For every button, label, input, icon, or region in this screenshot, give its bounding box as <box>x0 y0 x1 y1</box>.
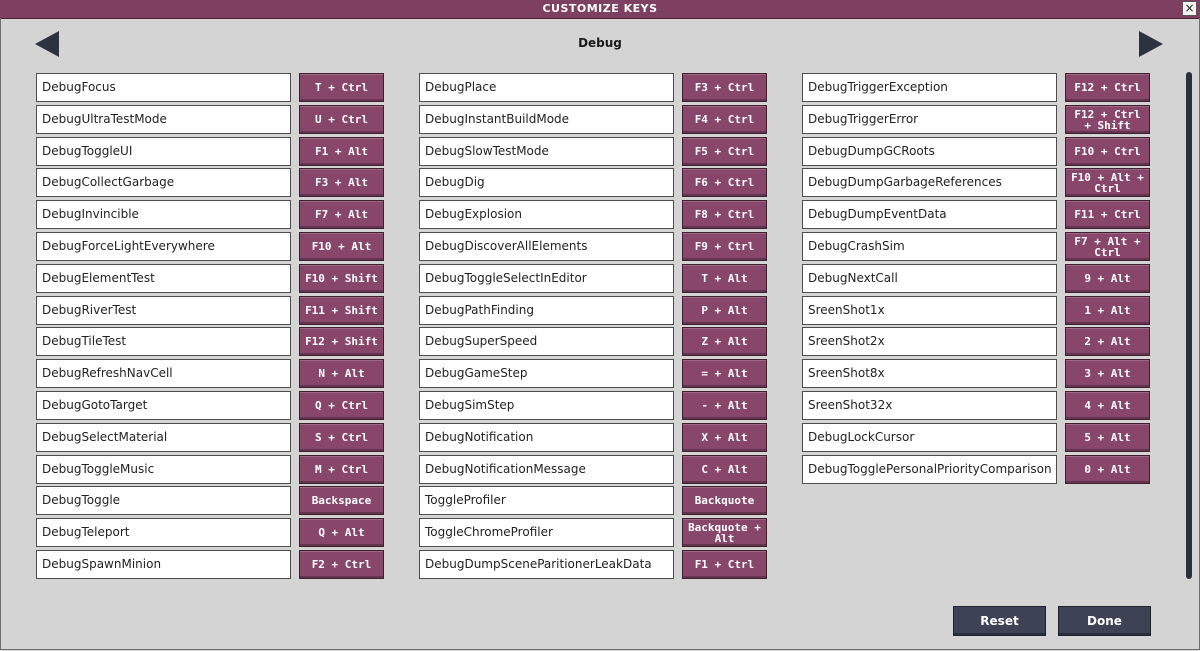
binding-action-label: DebugTileTest <box>36 327 291 356</box>
binding-action-label: DebugRiverTest <box>36 296 291 325</box>
binding-action-label: DebugLockCursor <box>802 423 1057 452</box>
binding-key-button[interactable]: - + Alt <box>682 391 767 420</box>
binding-action-label: DebugToggleUI <box>36 137 291 166</box>
binding-key-button[interactable]: T + Ctrl <box>299 73 384 102</box>
binding-action-label: ToggleProfiler <box>419 486 674 515</box>
scrollbar[interactable] <box>1186 72 1192 579</box>
binding-action-label: DebugDig <box>419 168 674 197</box>
binding-action-label: DebugInvincible <box>36 200 291 229</box>
binding-key-button[interactable]: U + Ctrl <box>299 105 384 134</box>
binding-action-label: DebugDumpGCRoots <box>802 137 1057 166</box>
close-button[interactable]: × <box>1182 1 1197 16</box>
binding-action-label: DebugDiscoverAllElements <box>419 232 674 261</box>
binding-action-label: DebugFocus <box>36 73 291 102</box>
binding-key-button[interactable]: Backquote + Alt <box>682 518 767 547</box>
binding-action-label: DebugToggleMusic <box>36 455 291 484</box>
binding-key-button[interactable]: Backspace <box>299 486 384 515</box>
binding-key-button[interactable]: F10 + Shift <box>299 264 384 293</box>
binding-action-label: DebugNotificationMessage <box>419 455 674 484</box>
binding-key-button[interactable]: Backquote <box>682 486 767 515</box>
done-button[interactable]: Done <box>1058 606 1151 636</box>
binding-action-label: DebugDumpSceneParitionerLeakData <box>419 550 674 579</box>
window-title: CUSTOMIZE KEYS <box>542 2 658 15</box>
binding-action-label: DebugPlace <box>419 73 674 102</box>
binding-key-button[interactable]: F9 + Ctrl <box>682 232 767 261</box>
binding-key-button[interactable]: X + Alt <box>682 423 767 452</box>
binding-action-label: DebugSelectMaterial <box>36 423 291 452</box>
binding-key-button[interactable]: F5 + Ctrl <box>682 137 767 166</box>
next-page-arrow-icon[interactable] <box>1139 31 1163 57</box>
binding-key-button[interactable]: 3 + Alt <box>1065 359 1150 388</box>
binding-action-label: DebugToggle <box>36 486 291 515</box>
binding-key-button[interactable]: Q + Ctrl <box>299 391 384 420</box>
binding-key-button[interactable]: S + Ctrl <box>299 423 384 452</box>
binding-action-label: ToggleChromeProfiler <box>419 518 674 547</box>
binding-key-button[interactable]: F8 + Ctrl <box>682 200 767 229</box>
binding-action-label: DebugNextCall <box>802 264 1057 293</box>
binding-key-button[interactable]: F10 + Alt <box>299 232 384 261</box>
binding-action-label: DebugTriggerException <box>802 73 1057 102</box>
binding-key-button[interactable]: Z + Alt <box>682 327 767 356</box>
binding-action-label: DebugCollectGarbage <box>36 168 291 197</box>
close-icon: × <box>1184 1 1195 15</box>
binding-key-button[interactable]: F7 + Alt <box>299 200 384 229</box>
binding-action-label: DebugDumpGarbageReferences <box>802 168 1057 197</box>
binding-key-button[interactable]: 0 + Alt <box>1065 455 1150 484</box>
binding-action-label: DebugInstantBuildMode <box>419 105 674 134</box>
binding-key-button[interactable]: F3 + Ctrl <box>682 73 767 102</box>
binding-key-button[interactable]: F11 + Shift <box>299 296 384 325</box>
binding-key-button[interactable]: Q + Alt <box>299 518 384 547</box>
binding-action-label: DebugSimStep <box>419 391 674 420</box>
binding-action-label: DebugElementTest <box>36 264 291 293</box>
binding-key-button[interactable]: 2 + Alt <box>1065 327 1150 356</box>
binding-action-label: SreenShot32x <box>802 391 1057 420</box>
binding-key-button[interactable]: C + Alt <box>682 455 767 484</box>
binding-action-label: DebugGotoTarget <box>36 391 291 420</box>
binding-action-label: DebugSlowTestMode <box>419 137 674 166</box>
binding-action-label: DebugTriggerError <box>802 105 1057 134</box>
binding-key-button[interactable]: F10 + Ctrl <box>1065 137 1150 166</box>
binding-action-label: DebugNotification <box>419 423 674 452</box>
title-bar: CUSTOMIZE KEYS × <box>0 0 1200 19</box>
binding-action-label: SreenShot2x <box>802 327 1057 356</box>
binding-key-button[interactable]: F12 + Ctrl <box>1065 73 1150 102</box>
binding-action-label: DebugForceLightEverywhere <box>36 232 291 261</box>
binding-key-button[interactable]: F3 + Alt <box>299 168 384 197</box>
page-title: Debug <box>578 36 622 50</box>
binding-key-button[interactable]: F2 + Ctrl <box>299 550 384 579</box>
binding-key-button[interactable]: F4 + Ctrl <box>682 105 767 134</box>
binding-action-label: DebugUltraTestMode <box>36 105 291 134</box>
binding-action-label: DebugToggleSelectInEditor <box>419 264 674 293</box>
binding-key-button[interactable]: F11 + Ctrl <box>1065 200 1150 229</box>
binding-key-button[interactable]: M + Ctrl <box>299 455 384 484</box>
binding-action-label: SreenShot8x <box>802 359 1057 388</box>
binding-key-button[interactable]: = + Alt <box>682 359 767 388</box>
binding-key-button[interactable]: 1 + Alt <box>1065 296 1150 325</box>
binding-key-button[interactable]: P + Alt <box>682 296 767 325</box>
binding-action-label: DebugSpawnMinion <box>36 550 291 579</box>
binding-action-label: DebugCrashSim <box>802 232 1057 261</box>
binding-key-button[interactable]: 4 + Alt <box>1065 391 1150 420</box>
binding-action-label: DebugPathFinding <box>419 296 674 325</box>
binding-key-button[interactable]: F10 + Alt + Ctrl <box>1065 168 1150 197</box>
binding-action-label: DebugTogglePersonalPriorityComparison <box>802 455 1057 484</box>
binding-action-label: DebugGameStep <box>419 359 674 388</box>
binding-action-label: DebugExplosion <box>419 200 674 229</box>
binding-key-button[interactable]: 9 + Alt <box>1065 264 1150 293</box>
binding-key-button[interactable]: F1 + Ctrl <box>682 550 767 579</box>
binding-action-label: SreenShot1x <box>802 296 1057 325</box>
binding-action-label: DebugSuperSpeed <box>419 327 674 356</box>
binding-key-button[interactable]: F6 + Ctrl <box>682 168 767 197</box>
binding-key-button[interactable]: F12 + Ctrl + Shift <box>1065 105 1150 134</box>
binding-key-button[interactable]: 5 + Alt <box>1065 423 1150 452</box>
binding-action-label: DebugRefreshNavCell <box>36 359 291 388</box>
binding-key-button[interactable]: N + Alt <box>299 359 384 388</box>
binding-key-button[interactable]: F1 + Alt <box>299 137 384 166</box>
binding-action-label: DebugTeleport <box>36 518 291 547</box>
binding-action-label: DebugDumpEventData <box>802 200 1057 229</box>
binding-key-button[interactable]: F7 + Alt + Ctrl <box>1065 232 1150 261</box>
binding-key-button[interactable]: F12 + Shift <box>299 327 384 356</box>
reset-button[interactable]: Reset <box>953 606 1046 636</box>
binding-key-button[interactable]: T + Alt <box>682 264 767 293</box>
